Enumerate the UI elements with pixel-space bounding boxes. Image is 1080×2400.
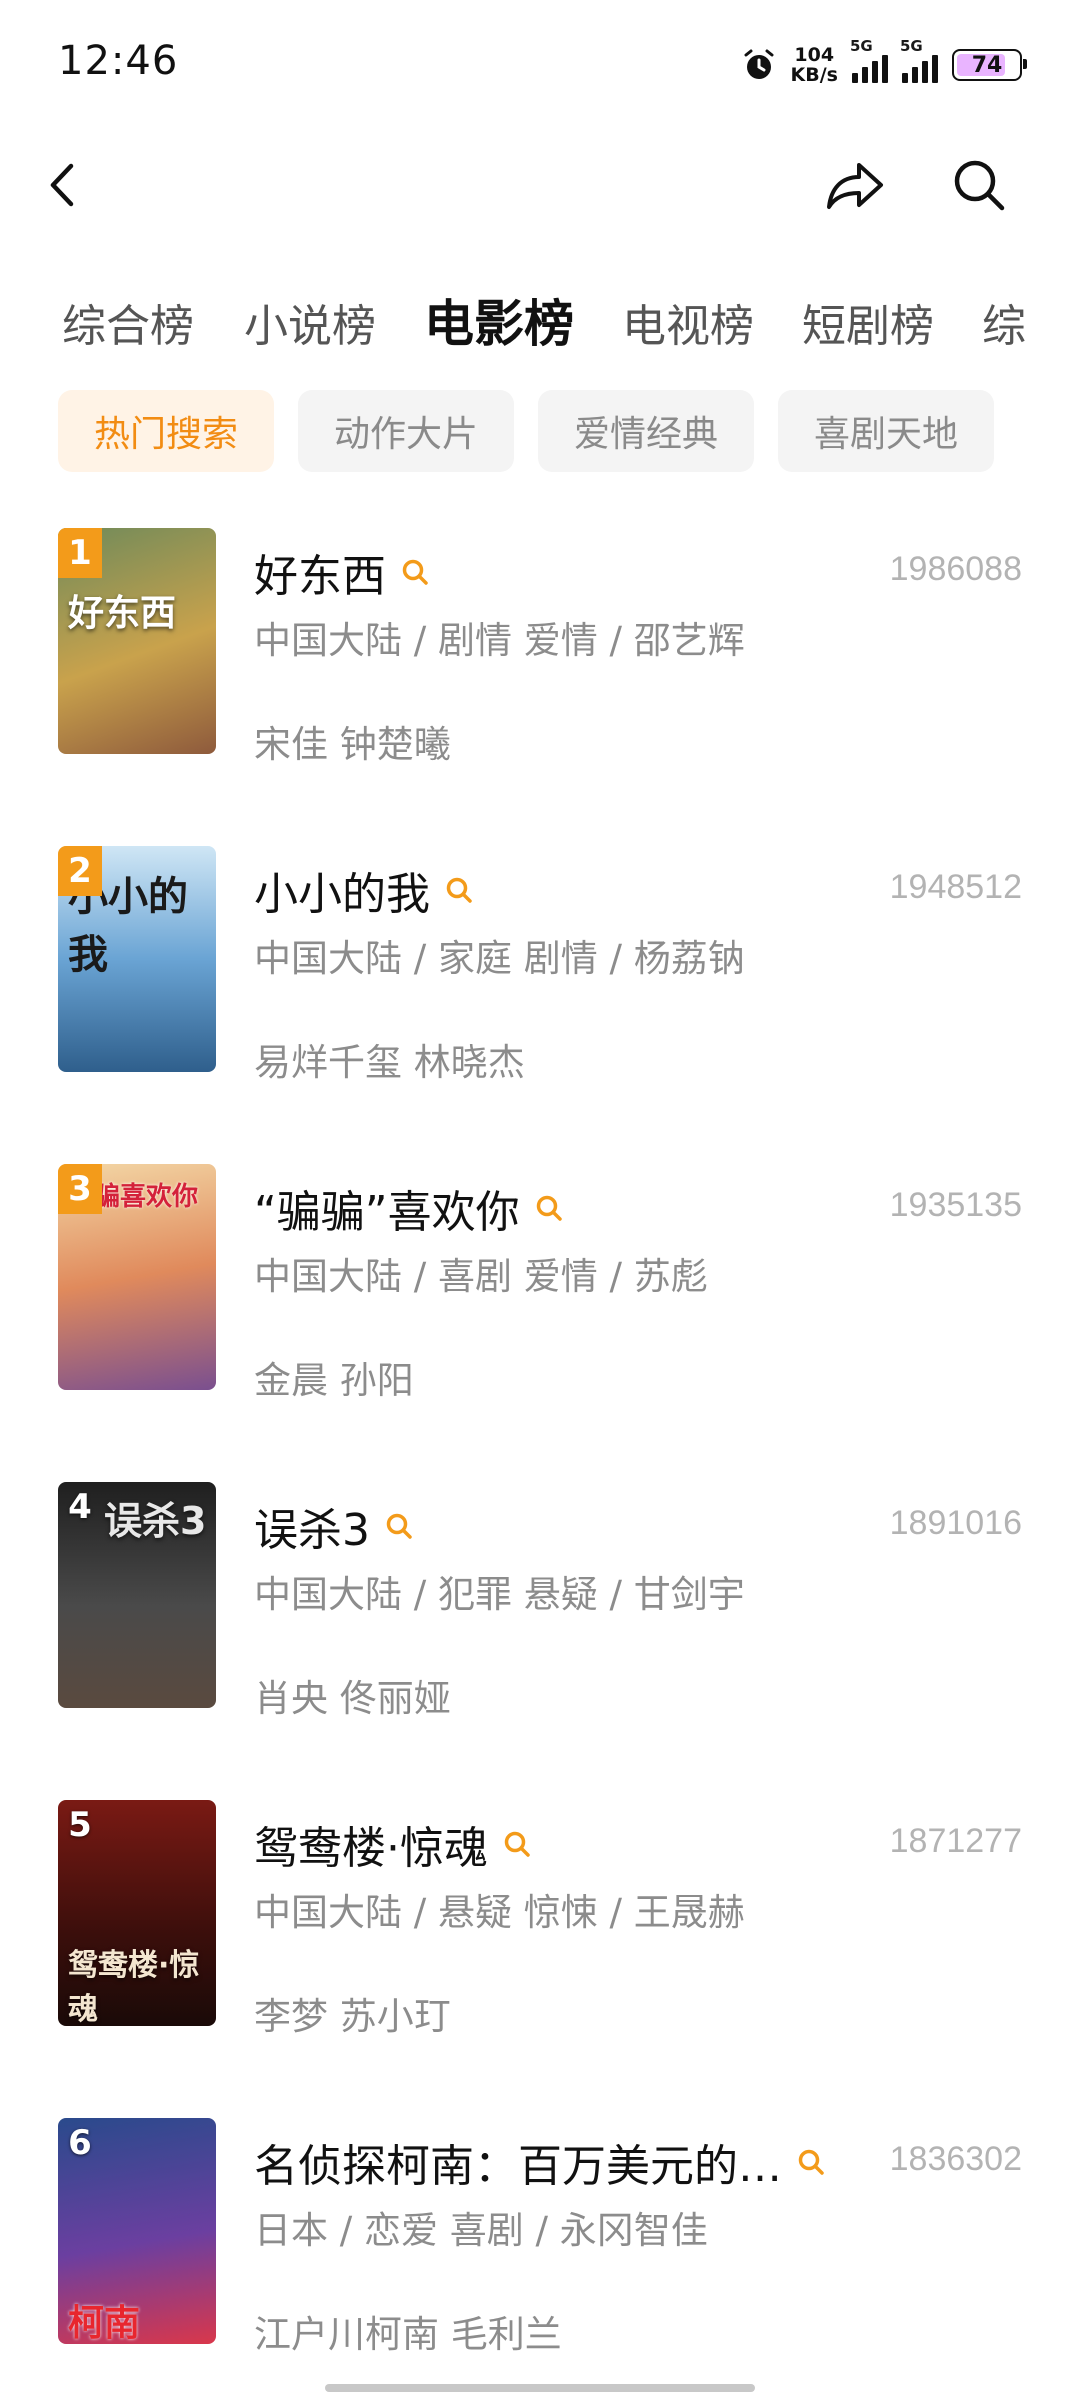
- network-speed: 104 KB/s: [791, 45, 838, 85]
- rank-badge: 3: [58, 1164, 102, 1214]
- hot-score: 1871277: [889, 1822, 1022, 1860]
- search-small-icon[interactable]: [534, 1193, 564, 1223]
- rank-badge: 2: [58, 846, 102, 896]
- movie-poster: 鸳鸯楼·惊魂 5: [58, 1800, 216, 2026]
- hot-score: 1836302: [889, 2140, 1022, 2178]
- list-item[interactable]: 好东西 1 好东西 1986088 中国大陆 / 剧情 爱情 / 邵艺辉 宋佳 …: [0, 528, 1080, 768]
- movie-cast: 宋佳 钟楚曦: [254, 723, 451, 766]
- movie-title: 鸳鸯楼·惊魂: [254, 1823, 488, 1874]
- movie-title: 名侦探柯南：百万美元的…: [254, 2141, 782, 2192]
- tab-variety-partial[interactable]: 综: [982, 290, 1026, 354]
- signal-sim1-icon: 5G: [850, 37, 888, 83]
- list-item[interactable]: 鸳鸯楼·惊魂 5 鸳鸯楼·惊魂 1871277 中国大陆 / 悬疑 惊悚 / 王…: [0, 1800, 1080, 2040]
- movie-poster: 柯南 6: [58, 2118, 216, 2344]
- movie-meta: 中国大陆 / 喜剧 爱情 / 苏彪: [254, 1255, 708, 1298]
- status-icons: 104 KB/s 5G 5G 74: [741, 37, 1027, 90]
- search-button[interactable]: [944, 150, 1014, 220]
- rank-badge: 5: [68, 1805, 92, 1845]
- sim2-label: 5G: [900, 37, 923, 55]
- back-button[interactable]: [28, 150, 98, 220]
- alarm-icon: [744, 49, 774, 79]
- signal-sim2-icon: 5G: [900, 37, 938, 83]
- movie-meta: 中国大陆 / 犯罪 悬疑 / 甘剑宇: [254, 1573, 745, 1616]
- list-item[interactable]: 小小的我 2 小小的我 1948512 中国大陆 / 家庭 剧情 / 杨荔钠 易…: [0, 846, 1080, 1086]
- net-speed-unit: KB/s: [790, 64, 838, 86]
- poster-title-text: 鸳鸯楼·惊魂: [68, 1948, 200, 2026]
- poster-title-text: 好东西: [68, 593, 177, 634]
- tab-overall[interactable]: 综合榜: [62, 290, 194, 354]
- category-tabs: 综合榜 小说榜 电影榜 电视榜 短剧榜 综: [0, 280, 1080, 360]
- rank-badge: 1: [58, 528, 102, 578]
- movie-title: 小小的我: [254, 869, 430, 920]
- movie-meta: 中国大陆 / 悬疑 惊悚 / 王晟赫: [254, 1891, 745, 1934]
- list-item[interactable]: 骗骗喜欢你 3 “骗骗”喜欢你 1935135 中国大陆 / 喜剧 爱情 / 苏…: [0, 1164, 1080, 1404]
- movie-title: 误杀3: [254, 1505, 370, 1556]
- tab-movie[interactable]: 电影榜: [424, 284, 574, 356]
- search-small-icon[interactable]: [502, 1829, 532, 1859]
- rank-badge: 6: [68, 2123, 92, 2163]
- movie-poster: 小小的我 2: [58, 846, 216, 1072]
- chip-romance[interactable]: 爱情经典: [538, 390, 755, 472]
- list-item[interactable]: 误杀3 4 误杀3 1891016 中国大陆 / 犯罪 悬疑 / 甘剑宇 肖央 …: [0, 1482, 1080, 1722]
- chip-comedy[interactable]: 喜剧天地: [778, 390, 995, 472]
- poster-title-text: 误杀3: [104, 1499, 207, 1543]
- search-small-icon[interactable]: [400, 557, 430, 587]
- tab-short-drama[interactable]: 短剧榜: [802, 290, 934, 354]
- search-icon: [954, 160, 1005, 211]
- movie-cast: 江户川柯南 毛利兰: [254, 2313, 562, 2356]
- movie-title: “骗骗”喜欢你: [254, 1187, 520, 1238]
- rank-badge: 4: [68, 1487, 92, 1527]
- chip-action[interactable]: 动作大片: [298, 390, 515, 472]
- hot-score: 1986088: [889, 550, 1022, 588]
- movie-poster: 好东西 1: [58, 528, 216, 754]
- share-button[interactable]: [820, 150, 890, 220]
- hot-score: 1891016: [889, 1504, 1022, 1542]
- search-small-icon[interactable]: [796, 2147, 826, 2177]
- movie-cast: 金晨 孙阳: [254, 1359, 414, 1402]
- filter-chips: 热门搜索 动作大片 爱情经典 喜剧天地: [58, 390, 995, 472]
- status-time: 12:46: [58, 38, 179, 84]
- poster-title-text: 柯南: [68, 2303, 141, 2344]
- movie-meta: 中国大陆 / 剧情 爱情 / 邵艺辉: [254, 619, 745, 662]
- hot-score: 1935135: [889, 1186, 1022, 1224]
- battery-level: 74: [971, 52, 1003, 78]
- movie-poster: 误杀3 4: [58, 1482, 216, 1708]
- sim1-label: 5G: [850, 37, 873, 55]
- top-nav-bar: [0, 130, 1080, 240]
- tab-tv[interactable]: 电视榜: [622, 290, 754, 354]
- movie-cast: 李梦 苏小玎: [254, 1995, 451, 2038]
- hot-score: 1948512: [889, 868, 1022, 906]
- net-speed-value: 104: [794, 44, 835, 66]
- movie-cast: 肖央 佟丽娅: [254, 1677, 451, 1720]
- share-icon: [827, 163, 883, 209]
- movie-poster: 骗骗喜欢你 3: [58, 1164, 216, 1390]
- movie-meta: 中国大陆 / 家庭 剧情 / 杨荔钠: [254, 937, 745, 980]
- movie-cast: 易烊千玺 林晓杰: [254, 1041, 525, 1084]
- back-arrow-icon: [50, 163, 74, 207]
- movie-meta: 日本 / 恋爱 喜剧 / 永冈智佳: [254, 2209, 708, 2252]
- tab-novel[interactable]: 小说榜: [244, 290, 376, 354]
- search-small-icon[interactable]: [444, 875, 474, 905]
- search-small-icon[interactable]: [384, 1511, 414, 1541]
- movie-title: 好东西: [254, 551, 386, 602]
- chip-hot-search[interactable]: 热门搜索: [58, 390, 275, 472]
- status-bar: 12:46 104 KB/s 5G 5G 74: [0, 0, 1080, 130]
- list-item[interactable]: 柯南 6 名侦探柯南：百万美元的… 1836302 日本 / 恋爱 喜剧 / 永…: [0, 2118, 1080, 2358]
- battery-icon: 74: [952, 49, 1027, 81]
- home-indicator[interactable]: [325, 2384, 755, 2392]
